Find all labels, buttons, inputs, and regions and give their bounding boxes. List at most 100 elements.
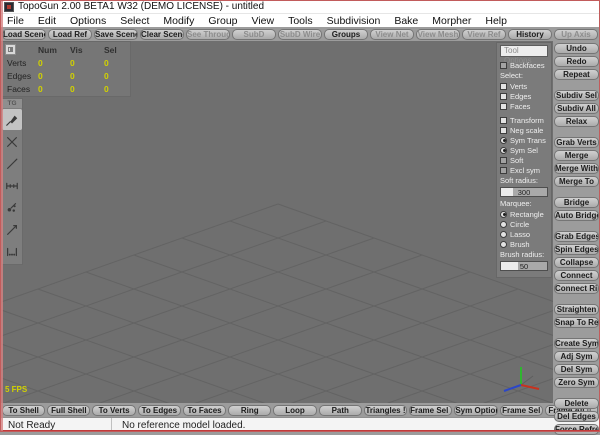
brush-radius-label: Brush radius: [500, 250, 548, 260]
delete-button[interactable]: Delete [554, 398, 599, 409]
select-edges-checkbox[interactable]: Edges [500, 91, 548, 101]
zero-sym-button[interactable]: Zero Sym [554, 377, 599, 388]
menu-view[interactable]: View [245, 14, 282, 27]
force-refresh-button[interactable]: Force Refresh [554, 424, 599, 435]
menu-file[interactable]: File [0, 14, 31, 27]
select-faces-checkbox[interactable]: Faces [500, 101, 548, 111]
frame-sel-amp-button[interactable]: Frame Sel & [409, 405, 452, 416]
menu-edit[interactable]: Edit [31, 14, 63, 27]
marquee-circle-radio[interactable]: Circle [500, 219, 548, 229]
subd-wire-button[interactable]: SubD Wire [278, 29, 322, 40]
sym-sel-radio[interactable]: Sym Sel [500, 145, 548, 155]
redo-button[interactable]: Redo [554, 56, 599, 67]
to-verts-button[interactable]: To Verts [92, 405, 135, 416]
merge-with-button[interactable]: Merge With [554, 163, 599, 174]
brush-tool-button[interactable] [2, 197, 22, 218]
subd-button[interactable]: SubD [232, 29, 276, 40]
menu-options[interactable]: Options [63, 14, 113, 27]
to-faces-button[interactable]: To Faces [183, 405, 226, 416]
repeat-button[interactable]: Repeat [554, 69, 599, 80]
connect-ring-button[interactable]: Connect Ring [554, 283, 599, 294]
menu-tools[interactable]: Tools [281, 14, 320, 27]
axis-gizmo [499, 361, 543, 401]
tool-options-title[interactable]: Tool Options [500, 45, 548, 57]
snap-to-ref-button[interactable]: Snap To Ref [554, 317, 599, 328]
to-shell-button[interactable]: To Shell [2, 405, 45, 416]
extrude-tool-button[interactable] [2, 175, 22, 196]
soft-radius-label: Soft radius: [500, 176, 548, 186]
grab-edges-button[interactable]: Grab Edges [554, 231, 599, 242]
select-verts-checkbox[interactable]: Verts [500, 81, 548, 91]
stats-row-edges: Edges [2, 71, 38, 81]
to-edges-button[interactable]: To Edges [138, 405, 181, 416]
merge-to-button[interactable]: Merge To [554, 176, 599, 187]
tubes-tool-button[interactable] [2, 241, 22, 262]
path-button[interactable]: Path [319, 405, 362, 416]
up-axis-button[interactable]: Up Axis [554, 29, 598, 40]
radio-icon [500, 211, 507, 218]
collapse-button[interactable]: Collapse [554, 257, 599, 268]
excl-sym-checkbox[interactable]: Excl sym [500, 165, 548, 175]
view-mesh-button[interactable]: View Mesh [416, 29, 460, 40]
load-scene-button[interactable]: Load Scene [2, 29, 46, 40]
clear-scene-button[interactable]: Clear Scene [140, 29, 184, 40]
full-shell-button[interactable]: Full Shell [47, 405, 90, 416]
menu-subdivision[interactable]: Subdivision [320, 14, 388, 27]
subdiv-sel-button[interactable]: Subdiv Sel [554, 90, 599, 101]
straighten-button[interactable]: Straighten [554, 304, 599, 315]
transform-checkbox[interactable]: Transform [500, 115, 548, 125]
triangles-button[interactable]: Triangles ! [364, 405, 407, 416]
menu-bake[interactable]: Bake [387, 14, 425, 27]
frame-sel-button[interactable]: Frame Sel [500, 405, 543, 416]
delete-tool-button[interactable] [2, 131, 22, 152]
del-edges-button[interactable]: Del Edges [554, 411, 599, 422]
edges-num: 0 [38, 71, 70, 81]
undo-button[interactable]: Undo [554, 43, 599, 54]
marquee-lasso-radio[interactable]: Lasso [500, 229, 548, 239]
verts-sel: 0 [104, 58, 128, 68]
loop-button[interactable]: Loop [273, 405, 316, 416]
app-icon[interactable] [4, 2, 14, 12]
window-title: TopoGun 2.00 BETA1 W32 (DEMO LICENSE) - … [18, 1, 264, 12]
load-ref-button[interactable]: Load Ref [48, 29, 92, 40]
del-sym-button[interactable]: Del Sym [554, 364, 599, 375]
groups-button[interactable]: Groups [324, 29, 368, 40]
view-net-button[interactable]: View Net [370, 29, 414, 40]
sym-options-button[interactable]: Sym Options [454, 405, 497, 416]
menu-help[interactable]: Help [478, 14, 514, 27]
brush-radius-slider[interactable]: 50 [500, 261, 548, 271]
see-through-button[interactable]: See Through [186, 29, 230, 40]
marquee-rectangle-radio[interactable]: Rectangle [500, 209, 548, 219]
view-ref-button[interactable]: View Ref [462, 29, 506, 40]
merge-button[interactable]: Merge [554, 150, 599, 161]
edit-tool-button[interactable] [2, 109, 22, 130]
grab-verts-button[interactable]: Grab Verts [554, 137, 599, 148]
bridge-button[interactable]: Bridge [554, 197, 599, 208]
neg-scale-checkbox[interactable]: Neg scale [500, 125, 548, 135]
edge-bracket-icon [5, 179, 19, 193]
soft-radius-slider[interactable]: 300 [500, 187, 548, 197]
knife-tool-button[interactable] [2, 219, 22, 240]
subdiv-all-button[interactable]: Subdiv All [554, 103, 599, 114]
menu-morpher[interactable]: Morpher [425, 14, 478, 27]
adj-sym-button[interactable]: Adj Sym [554, 351, 599, 362]
checkbox-icon [500, 93, 507, 100]
soft-checkbox[interactable]: Soft [500, 155, 548, 165]
menu-modify[interactable]: Modify [156, 14, 201, 27]
sym-trans-radio[interactable]: Sym Trans [500, 135, 548, 145]
save-scene-button[interactable]: Save Scene [94, 29, 138, 40]
pen-icon [5, 113, 19, 127]
connect-button[interactable]: Connect [554, 270, 599, 281]
menu-select[interactable]: Select [113, 14, 156, 27]
history-button[interactable]: History [508, 29, 552, 40]
spin-edges-button[interactable]: Spin Edges [554, 244, 599, 255]
tool-palette-handle[interactable]: TG [2, 99, 22, 108]
viewport-3d[interactable]: Num Vis Sel Verts 0 0 0 Edges 0 0 0 Face… [0, 41, 553, 403]
draw-tool-button[interactable] [2, 153, 22, 174]
ring-button[interactable]: Ring [228, 405, 271, 416]
auto-bridge-button[interactable]: Auto Bridge [554, 210, 599, 221]
relax-button[interactable]: Relax [554, 116, 599, 127]
menu-group[interactable]: Group [201, 14, 244, 27]
marquee-brush-radio[interactable]: Brush [500, 239, 548, 249]
create-sym-button[interactable]: Create Sym [554, 338, 599, 349]
